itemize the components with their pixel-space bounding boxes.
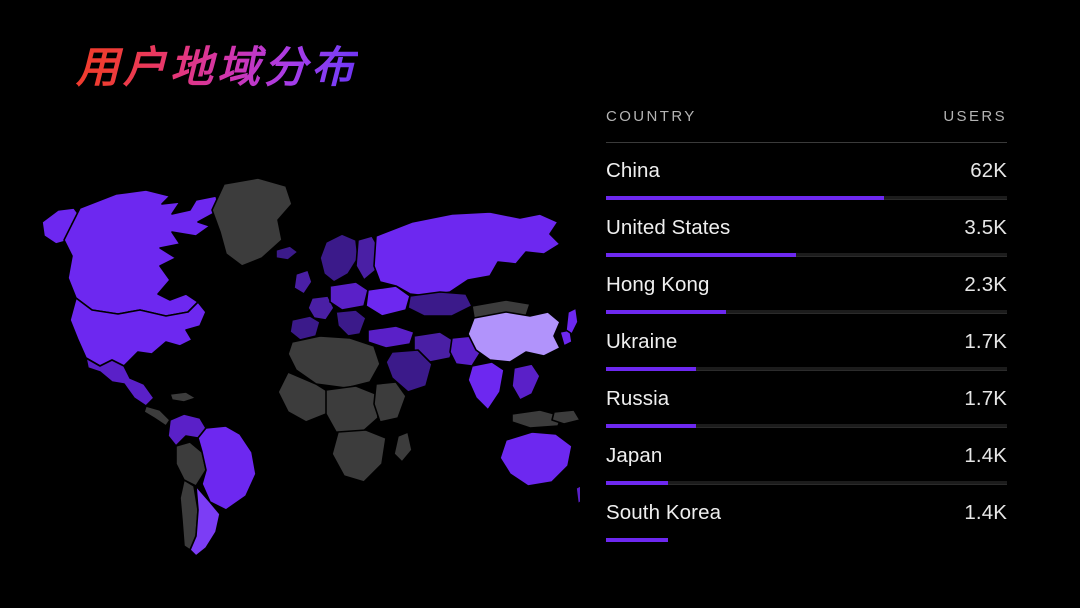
table-row-top: South Korea 1.4K <box>606 501 1007 538</box>
table-row[interactable]: Ukraine 1.7K <box>606 314 1007 371</box>
region-madagascar <box>393 431 413 463</box>
row-users-value: 2.3K <box>964 273 1007 296</box>
table-row[interactable]: South Korea 1.4K <box>606 485 1007 542</box>
row-bar-fill <box>606 538 669 542</box>
region-new-zealand <box>575 485 580 505</box>
column-header-users: USERS <box>943 108 1007 125</box>
table-row[interactable]: Russia 1.7K <box>606 371 1007 428</box>
table-row-top: China 62K <box>606 159 1007 196</box>
table-row[interactable]: United States 3.5K <box>606 200 1007 257</box>
table-row-top: United States 3.5K <box>606 216 1007 253</box>
region-southern-africa <box>331 429 387 483</box>
region-caribbean <box>169 391 197 403</box>
region-china <box>467 311 561 363</box>
region-iceland <box>275 245 299 261</box>
row-users-value: 3.5K <box>964 216 1007 239</box>
row-users-value: 1.7K <box>964 330 1007 353</box>
table-row-top: Japan 1.4K <box>606 444 1007 481</box>
row-users-value: 1.4K <box>964 444 1007 467</box>
row-country-label: China <box>606 159 661 182</box>
region-southeast-asia <box>511 363 541 401</box>
region-turkey <box>367 325 415 349</box>
table-body: China 62K United States 3.5K Hong Kong 2.3K Uk… <box>606 143 1007 542</box>
table-header-row: COUNTRY USERS <box>606 108 1007 143</box>
table-row[interactable]: Hong Kong 2.3K <box>606 257 1007 314</box>
region-uk-ireland <box>293 269 313 295</box>
region-germany-poland <box>329 281 369 311</box>
row-users-value: 1.4K <box>964 501 1007 524</box>
country-users-table: COUNTRY USERS China 62K United States 3.5K H… <box>606 108 1007 542</box>
row-users-value: 1.7K <box>964 387 1007 410</box>
row-country-label: South Korea <box>606 501 722 524</box>
table-row-top: Hong Kong 2.3K <box>606 273 1007 310</box>
row-country-label: Russia <box>606 387 670 410</box>
region-japan <box>565 307 579 335</box>
table-row-top: Ukraine 1.7K <box>606 330 1007 367</box>
region-kazakhstan <box>407 291 473 317</box>
row-country-label: United States <box>606 216 731 239</box>
row-users-value: 62K <box>970 159 1007 182</box>
page-title: 用户地域分布 <box>76 42 358 96</box>
column-header-country: COUNTRY <box>606 108 697 125</box>
region-russia <box>373 211 561 297</box>
region-papua <box>551 409 580 425</box>
table-row[interactable]: Japan 1.4K <box>606 428 1007 485</box>
table-row-top: Russia 1.7K <box>606 387 1007 424</box>
table-row[interactable]: China 62K <box>606 143 1007 200</box>
region-mexico <box>85 357 155 407</box>
region-australia <box>499 431 573 487</box>
region-india <box>467 361 505 411</box>
region-central-africa <box>325 385 379 435</box>
region-central-america <box>143 405 171 427</box>
row-bar-track <box>606 538 1007 542</box>
row-country-label: Ukraine <box>606 330 678 353</box>
map-svg <box>41 177 580 557</box>
row-country-label: Japan <box>606 444 663 467</box>
slide-root: 用户地域分布 COUNTRY USERS China 62K United St… <box>0 0 1080 608</box>
region-italy-balkans <box>335 309 367 337</box>
world-choropleth-map <box>20 170 580 570</box>
row-country-label: Hong Kong <box>606 273 710 296</box>
region-east-africa <box>373 381 407 423</box>
region-canada <box>63 189 221 317</box>
region-scandinavia <box>319 233 359 283</box>
